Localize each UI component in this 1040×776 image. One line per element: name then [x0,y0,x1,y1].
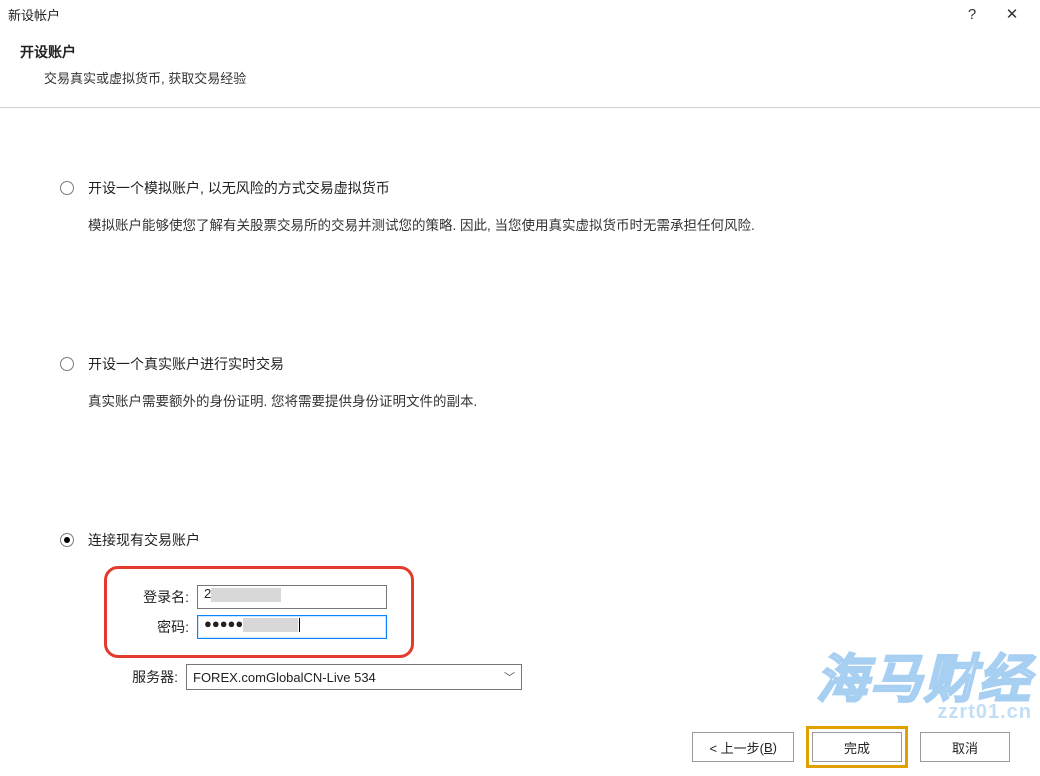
radio-demo[interactable] [60,181,74,195]
password-redacted [243,618,298,632]
radio-real[interactable] [60,357,74,371]
password-input[interactable]: ●●●●● [197,615,387,639]
finish-button-label: 完成 [844,738,870,757]
option-existing-account[interactable]: 连接现有交易账户 登录名: 2 密码: ●●●●● 服务器: FOREX.com… [60,530,980,690]
credentials-highlight-box: 登录名: 2 密码: ●●●●● [104,566,414,658]
back-button[interactable]: < 上一步(B) [692,732,794,762]
chevron-down-icon: ﹀ [504,669,515,685]
server-select[interactable]: FOREX.comGlobalCN-Live 534 ﹀ [186,664,522,690]
help-icon[interactable]: ? [952,0,992,28]
back-button-post: ) [773,740,777,755]
option-real-title: 开设一个真实账户进行实时交易 [88,354,284,374]
password-row: 密码: ●●●●● [127,615,391,639]
titlebar: 新设帐户 ? ✕ [0,0,1040,28]
password-dots: ●●●●● [204,616,243,631]
wizard-footer: < 上一步(B) 完成 取消 [0,718,1040,776]
option-existing-title: 连接现有交易账户 [88,530,200,550]
window-title: 新设帐户 [8,5,60,24]
password-label: 密码: [127,617,197,637]
login-value-visible: 2 [204,586,211,601]
text-caret [299,618,300,632]
option-demo-title: 开设一个模拟账户, 以无风险的方式交易虚拟货币 [88,178,390,198]
wizard-content: 开设一个模拟账户, 以无风险的方式交易虚拟货币 模拟账户能够使您了解有关股票交易… [0,108,1040,690]
login-redacted [211,588,281,602]
close-icon[interactable]: ✕ [992,0,1032,28]
page-title: 开设账户 [20,42,1020,62]
server-row: 服务器: FOREX.comGlobalCN-Live 534 ﹀ [124,664,980,690]
wizard-header: 开设账户 交易真实或虚拟货币, 获取交易经验 [0,28,1040,108]
back-button-hotkey: B [764,740,773,755]
option-real-desc: 真实账户需要额外的身份证明. 您将需要提供身份证明文件的副本. [88,390,980,410]
option-real-account[interactable]: 开设一个真实账户进行实时交易 真实账户需要额外的身份证明. 您将需要提供身份证明… [60,354,980,410]
option-demo-account[interactable]: 开设一个模拟账户, 以无风险的方式交易虚拟货币 模拟账户能够使您了解有关股票交易… [60,178,980,234]
back-button-pre: < 上一步( [709,738,764,757]
login-label: 登录名: [127,587,197,607]
option-demo-desc: 模拟账户能够使您了解有关股票交易所的交易并测试您的策略. 因此, 当您使用真实虚… [88,214,980,234]
login-input[interactable]: 2 [197,585,387,609]
cancel-button-label: 取消 [952,738,978,757]
server-label: 服务器: [124,667,186,687]
page-subtitle: 交易真实或虚拟货币, 获取交易经验 [44,68,1020,87]
finish-button[interactable]: 完成 [812,732,902,762]
login-row: 登录名: 2 [127,585,391,609]
server-value: FOREX.comGlobalCN-Live 534 [193,670,376,685]
radio-existing[interactable] [60,533,74,547]
cancel-button[interactable]: 取消 [920,732,1010,762]
